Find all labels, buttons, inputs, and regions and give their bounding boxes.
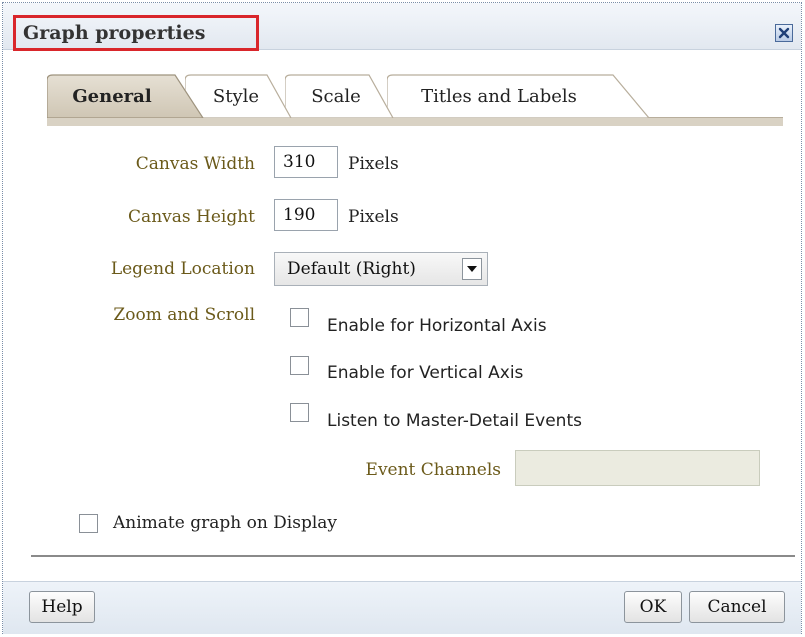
footer-divider: [31, 555, 795, 557]
canvas-width-input[interactable]: 310: [274, 146, 338, 178]
dropdown-arrow-icon[interactable]: [462, 258, 482, 280]
cancel-button[interactable]: Cancel: [689, 591, 785, 623]
dialog-title: Graph properties: [23, 22, 206, 44]
tab-titles-and-labels[interactable]: Titles and Labels: [387, 74, 651, 118]
animate-checkbox[interactable]: [79, 514, 98, 533]
help-button[interactable]: Help: [29, 591, 95, 623]
legend-location-label: Legend Location: [110, 259, 255, 279]
tab-scale[interactable]: Scale: [285, 74, 395, 118]
event-channels-input[interactable]: [515, 450, 760, 486]
vertical-axis-checkbox[interactable]: [290, 356, 309, 375]
close-button[interactable]: [775, 24, 793, 42]
graph-properties-dialog: Graph properties Titles and Labels Scale…: [2, 2, 802, 634]
chevron-down-icon: [467, 266, 477, 272]
canvas-height-label: Canvas Height: [128, 207, 255, 227]
legend-location-value: Default (Right): [287, 259, 416, 279]
tab-strip-base: [47, 117, 783, 126]
canvas-height-input[interactable]: 190: [274, 199, 338, 231]
horizontal-axis-label: Enable for Horizontal Axis: [327, 316, 547, 336]
zoom-scroll-label: Zoom and Scroll: [113, 305, 255, 325]
canvas-width-label: Canvas Width: [135, 154, 255, 174]
tab-general[interactable]: General: [47, 74, 205, 118]
event-channels-label: Event Channels: [365, 460, 501, 480]
tab-scale-label: Scale: [311, 85, 361, 107]
tab-general-label: General: [72, 85, 152, 107]
horizontal-axis-checkbox[interactable]: [290, 308, 309, 327]
canvas-width-unit: Pixels: [348, 154, 399, 174]
tab-style-label: Style: [212, 85, 260, 107]
master-detail-checkbox[interactable]: [290, 403, 309, 422]
animate-label: Animate graph on Display: [113, 513, 338, 533]
master-detail-label: Listen to Master-Detail Events: [327, 411, 582, 431]
legend-location-select[interactable]: Default (Right): [274, 252, 488, 286]
ok-button[interactable]: OK: [624, 591, 682, 623]
close-icon: [778, 27, 790, 39]
tab-titles-label: Titles and Labels: [421, 85, 577, 107]
canvas-height-unit: Pixels: [348, 207, 399, 227]
vertical-axis-label: Enable for Vertical Axis: [327, 363, 524, 383]
